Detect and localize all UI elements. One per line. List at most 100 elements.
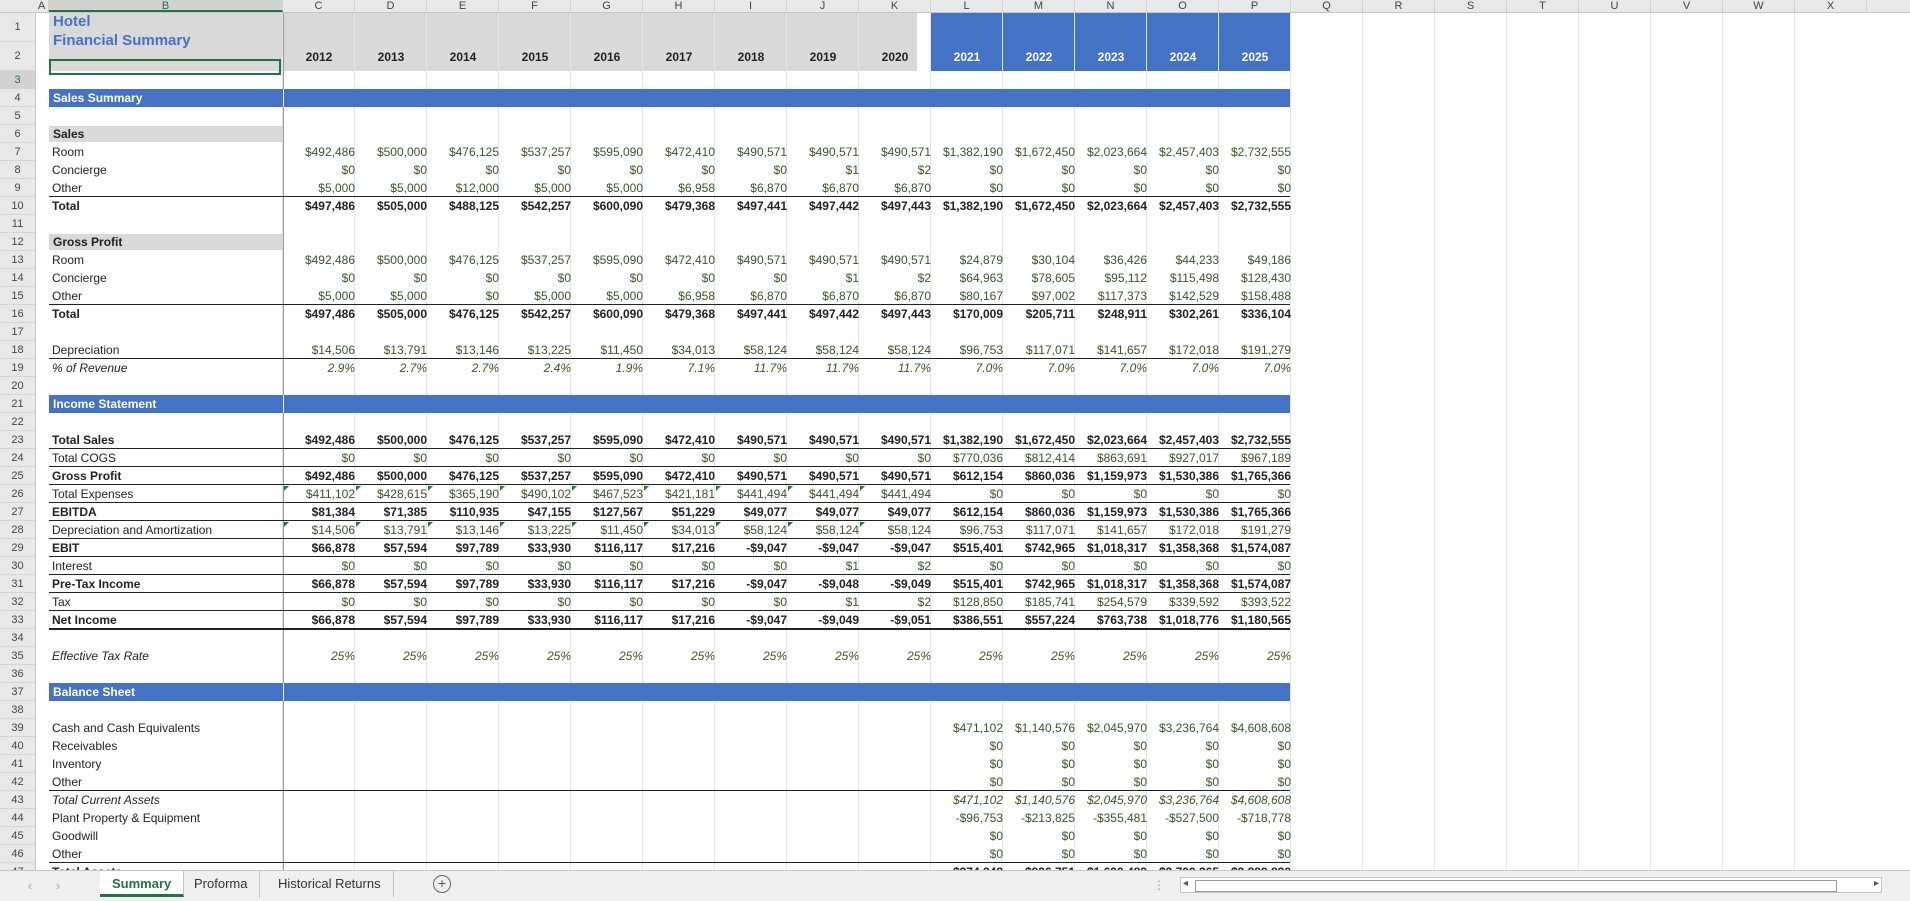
cell-value[interactable]: $0 bbox=[427, 449, 499, 467]
row-header-39[interactable]: 39 bbox=[0, 719, 35, 737]
cell-value[interactable]: $0 bbox=[1147, 737, 1219, 755]
active-cell-indicator[interactable] bbox=[49, 59, 281, 75]
row-header-41[interactable]: 41 bbox=[0, 755, 35, 773]
cell-value[interactable]: $492,486 bbox=[283, 467, 355, 485]
cell-value[interactable]: 11.7% bbox=[787, 359, 859, 377]
cell-value[interactable]: $127,567 bbox=[571, 503, 643, 521]
column-header-r[interactable]: R bbox=[1363, 0, 1435, 12]
cell-value[interactable]: -$9,047 bbox=[715, 575, 787, 593]
cell-value[interactable]: $479,368 bbox=[643, 197, 715, 215]
cell-value[interactable]: $5,000 bbox=[355, 179, 427, 197]
year-header[interactable]: 2021 bbox=[931, 48, 1003, 66]
row-header-43[interactable]: 43 bbox=[0, 791, 35, 809]
cell-value[interactable]: $116,117 bbox=[571, 539, 643, 557]
cell-value[interactable]: $11,450 bbox=[571, 521, 644, 539]
cell-value[interactable]: 7.0% bbox=[931, 359, 1003, 377]
cell-value[interactable]: $490,571 bbox=[787, 467, 859, 485]
row-header-16[interactable]: 16 bbox=[0, 305, 35, 323]
cell-value[interactable]: $170,009 bbox=[931, 305, 1003, 323]
cell-value[interactable]: $1,358,368 bbox=[1147, 539, 1219, 557]
cell-value[interactable]: $97,002 bbox=[1003, 287, 1075, 305]
cell-value[interactable]: $5,000 bbox=[571, 179, 643, 197]
cell-value[interactable]: -$213,825 bbox=[1003, 809, 1075, 827]
cell-value[interactable]: 11.7% bbox=[715, 359, 787, 377]
cell-value[interactable]: $0 bbox=[931, 845, 1003, 863]
cell-value[interactable]: $51,229 bbox=[643, 503, 715, 521]
cell-value[interactable]: 25% bbox=[283, 647, 355, 665]
cell-value[interactable]: $0 bbox=[283, 269, 355, 287]
error-indicator-icon[interactable] bbox=[716, 486, 721, 491]
cell-value[interactable]: $595,090 bbox=[571, 431, 643, 449]
cell-value[interactable]: 25% bbox=[859, 647, 931, 665]
cell-value[interactable]: $500,000 bbox=[355, 431, 427, 449]
row-header-28[interactable]: 28 bbox=[0, 521, 35, 539]
cell-value[interactable]: $141,657 bbox=[1075, 341, 1147, 359]
row-header-9[interactable]: 9 bbox=[0, 179, 35, 197]
row-header-29[interactable]: 29 bbox=[0, 539, 35, 557]
cell-value[interactable]: 25% bbox=[787, 647, 859, 665]
cell-value[interactable]: 25% bbox=[571, 647, 643, 665]
cell-value[interactable]: $497,441 bbox=[715, 305, 787, 323]
cell-value[interactable]: $13,791 bbox=[355, 341, 427, 359]
column-header-b[interactable]: B bbox=[49, 0, 283, 12]
row-header-8[interactable]: 8 bbox=[0, 161, 35, 179]
column-header-e[interactable]: E bbox=[427, 0, 499, 12]
cell-value[interactable]: $612,154 bbox=[931, 467, 1003, 485]
cell-value[interactable]: $467,523 bbox=[571, 485, 643, 503]
cell-value[interactable]: $117,373 bbox=[1075, 287, 1147, 305]
section-bar-income-statement[interactable]: Income Statement bbox=[49, 395, 1290, 413]
cell-value[interactable]: $0 bbox=[1147, 485, 1219, 503]
cell-value[interactable]: $537,257 bbox=[499, 251, 571, 269]
cell-value[interactable]: $515,401 bbox=[931, 539, 1003, 557]
cell-value[interactable]: $497,441 bbox=[715, 197, 787, 215]
cell-value[interactable]: $421,181 bbox=[643, 485, 715, 503]
cell-value[interactable]: $191,279 bbox=[1219, 521, 1291, 539]
cell-value[interactable]: 25% bbox=[427, 647, 499, 665]
error-indicator-icon[interactable] bbox=[572, 522, 577, 527]
row-header-35[interactable]: 35 bbox=[0, 647, 35, 665]
column-header-l[interactable]: L bbox=[931, 0, 1003, 12]
year-header[interactable]: 2015 bbox=[499, 48, 571, 66]
cell-value[interactable]: $0 bbox=[427, 161, 499, 179]
cell-value[interactable]: $490,571 bbox=[859, 431, 931, 449]
cell-value[interactable]: $0 bbox=[1075, 161, 1147, 179]
cell-value[interactable]: $2 bbox=[859, 557, 931, 575]
cell-value[interactable]: 25% bbox=[931, 647, 1003, 665]
column-header-t[interactable]: T bbox=[1507, 0, 1579, 12]
cell-value[interactable]: $0 bbox=[499, 161, 571, 179]
column-header-j[interactable]: J bbox=[787, 0, 859, 12]
cell-value[interactable]: $0 bbox=[931, 179, 1003, 197]
cell-value[interactable]: 2.7% bbox=[427, 359, 499, 377]
cell-value[interactable]: $13,225 bbox=[499, 521, 571, 539]
column-header-q[interactable]: Q bbox=[1291, 0, 1363, 12]
cell-value[interactable]: $57,594 bbox=[355, 539, 427, 557]
cell-value[interactable]: $5,000 bbox=[283, 179, 355, 197]
cell-value[interactable]: $13,791 bbox=[355, 521, 427, 539]
cell-value[interactable]: $66,878 bbox=[283, 539, 355, 557]
cell-value[interactable]: $441,494 bbox=[787, 485, 859, 503]
row-header-20[interactable]: 20 bbox=[0, 377, 35, 395]
cell-value[interactable]: $58,124 bbox=[787, 341, 859, 359]
cell-value[interactable]: $1,018,776 bbox=[1147, 611, 1219, 629]
cell-value[interactable]: $479,368 bbox=[643, 305, 715, 323]
error-indicator-icon[interactable] bbox=[788, 486, 793, 491]
cell-value[interactable]: $1 bbox=[787, 161, 859, 179]
column-header-m[interactable]: M bbox=[1003, 0, 1075, 12]
cell-value[interactable]: $58,124 bbox=[859, 521, 931, 539]
error-indicator-icon[interactable] bbox=[644, 522, 649, 527]
cell-value[interactable]: $6,870 bbox=[715, 179, 787, 197]
column-header-w[interactable]: W bbox=[1723, 0, 1795, 12]
cell-value[interactable]: $66,878 bbox=[283, 611, 355, 629]
cell-value[interactable]: $1,574,087 bbox=[1219, 575, 1291, 593]
cell-value[interactable]: $2,457,403 bbox=[1147, 197, 1219, 215]
cell-value[interactable]: $96,753 bbox=[931, 341, 1003, 359]
cell-value[interactable]: $47,155 bbox=[499, 503, 571, 521]
tab-summary[interactable]: Summary bbox=[100, 871, 185, 897]
row-header-18[interactable]: 18 bbox=[0, 341, 35, 359]
cell-value[interactable]: $116,117 bbox=[571, 575, 643, 593]
cell-value[interactable]: $1,180,565 bbox=[1219, 611, 1291, 629]
cell-value[interactable]: $81,384 bbox=[283, 503, 355, 521]
row-header-12[interactable]: 12 bbox=[0, 233, 35, 251]
cell-value[interactable]: $0 bbox=[1219, 737, 1291, 755]
cell-value[interactable]: $57,594 bbox=[355, 611, 427, 629]
